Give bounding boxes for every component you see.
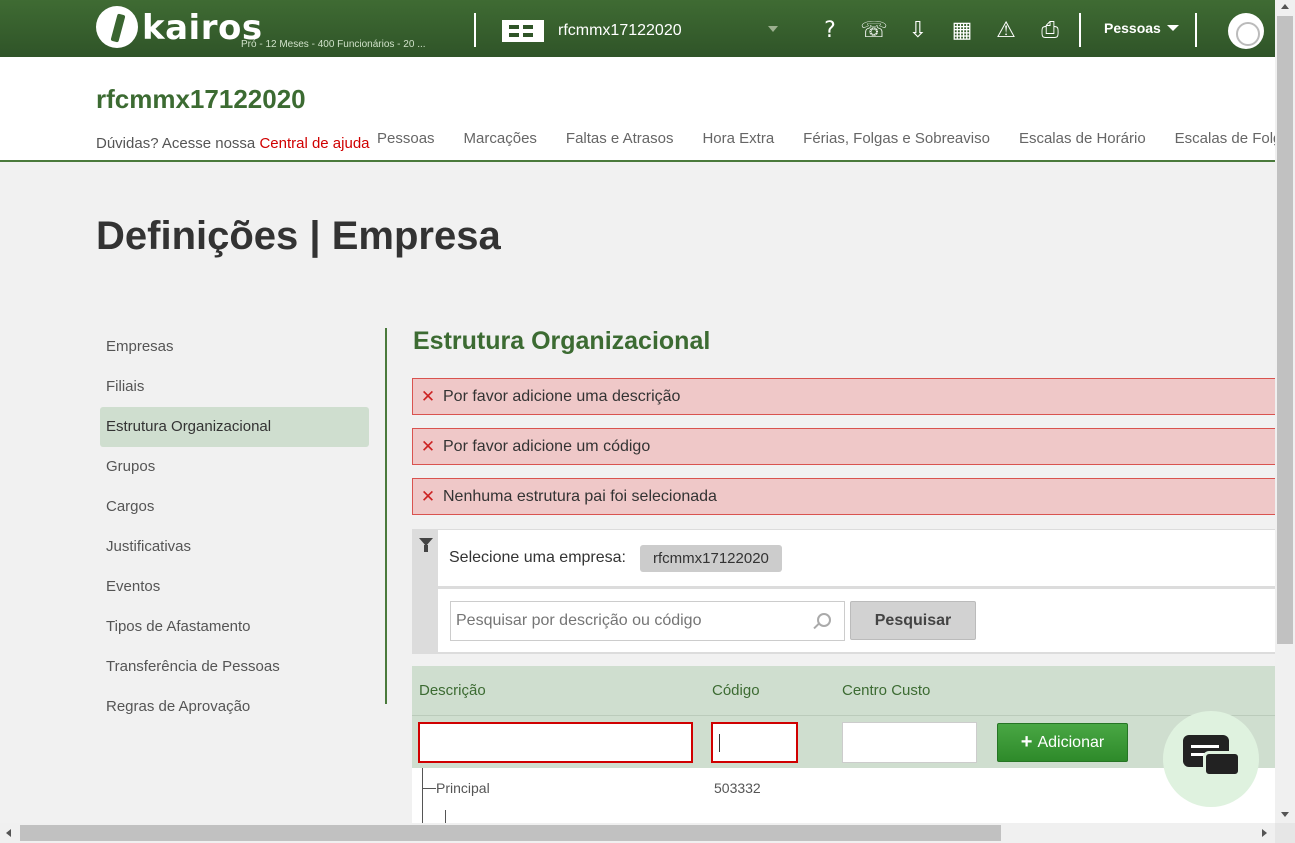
- add-button[interactable]: + Adicionar: [997, 723, 1128, 762]
- settings-sidebar: Empresas Filiais Estrutura Organizaciona…: [100, 327, 369, 727]
- sidebar-item-justificativas[interactable]: Justificativas: [100, 527, 369, 567]
- company-filter-label: Selecione uma empresa:: [449, 549, 626, 566]
- chat-icon-back: [1203, 751, 1241, 777]
- column-header-descricao: Descrição: [419, 682, 486, 699]
- new-item-row: + Adicionar: [412, 715, 1275, 768]
- horizontal-scroll-thumb[interactable]: [20, 825, 1001, 841]
- code-input[interactable]: [711, 722, 798, 763]
- top-bar: kairos Pró - 12 Meses - 400 Funcionários…: [0, 0, 1275, 57]
- horizontal-scrollbar[interactable]: [0, 823, 1275, 843]
- calculator-icon[interactable]: ▦: [940, 16, 984, 44]
- page-title: Definições | Empresa: [96, 214, 501, 258]
- inbox-icon[interactable]: ⎙: [1028, 16, 1072, 44]
- sidebar-item-empresas[interactable]: Empresas: [100, 327, 369, 367]
- sidebar-item-tipos-afastamento[interactable]: Tipos de Afastamento: [100, 607, 369, 647]
- sidebar-divider: [385, 328, 387, 704]
- chevron-down-icon: [1166, 25, 1179, 31]
- sidebar-item-filiais[interactable]: Filiais: [100, 367, 369, 407]
- sidebar-item-grupos[interactable]: Grupos: [100, 447, 369, 487]
- divider: [474, 13, 476, 47]
- sidebar-item-regras-aprovacao[interactable]: Regras de Aprovação: [100, 687, 369, 727]
- warning-icon[interactable]: ⚠: [984, 16, 1028, 44]
- column-header-codigo: Código: [712, 682, 760, 699]
- structure-tree: Principal 503332: [412, 768, 1275, 823]
- support-icon[interactable]: ☏: [852, 16, 896, 44]
- scroll-up-icon[interactable]: [1281, 4, 1289, 9]
- tree-line: [422, 788, 436, 789]
- vertical-scroll-thumb[interactable]: [1277, 16, 1293, 644]
- search-input[interactable]: [450, 601, 845, 641]
- people-menu-label: Pessoas: [1104, 20, 1161, 36]
- section-title: Estrutura Organizacional: [413, 327, 711, 355]
- scroll-left-icon[interactable]: [6, 829, 11, 837]
- kairos-logo[interactable]: kairos: [96, 6, 263, 48]
- help-icon[interactable]: ?: [808, 16, 852, 44]
- people-menu[interactable]: Pessoas: [1104, 20, 1179, 36]
- filter-icon[interactable]: [419, 538, 433, 552]
- company-title: rfcmmx17122020: [96, 84, 306, 114]
- nav-escalas-horario[interactable]: Escalas de Horário: [1019, 130, 1146, 147]
- search-icon: [817, 613, 831, 627]
- error-alert: ✕ Nenhuma estrutura pai foi selecionada: [412, 478, 1275, 515]
- divider: [1195, 13, 1197, 47]
- company-header: rfcmmx17122020 Dúvidas? Acesse nossa Cen…: [0, 57, 1295, 162]
- error-alert: ✕ Por favor adicione uma descrição: [412, 378, 1275, 415]
- plan-text: Pró - 12 Meses - 400 Funcionários - 20 .…: [241, 39, 426, 50]
- chat-button[interactable]: [1163, 711, 1259, 807]
- sidebar-item-estrutura-organizacional[interactable]: Estrutura Organizacional: [100, 407, 369, 447]
- nav-marcacoes[interactable]: Marcações: [464, 130, 537, 147]
- alert-text: Por favor adicione um código: [443, 437, 651, 455]
- text-cursor: [719, 734, 720, 752]
- company-filter-row: Selecione uma empresa: rfcmmx17122020: [438, 530, 1275, 586]
- tree-line: [422, 768, 423, 823]
- main-nav: Pessoas Marcações Faltas e Atrasos Hora …: [377, 130, 1295, 147]
- company-select[interactable]: rfcmmx17122020: [502, 18, 782, 44]
- plus-icon: +: [1020, 731, 1033, 753]
- avatar[interactable]: [1228, 13, 1264, 49]
- table-header: Descrição Código Centro Custo: [412, 666, 1275, 715]
- alert-text: Nenhuma estrutura pai foi selecionada: [443, 487, 717, 505]
- nav-pessoas[interactable]: Pessoas: [377, 130, 435, 147]
- sidebar-item-eventos[interactable]: Eventos: [100, 567, 369, 607]
- sidebar-item-transferencia-pessoas[interactable]: Transferência de Pessoas: [100, 647, 369, 687]
- search-row: Pesquisar: [438, 589, 1275, 652]
- tree-item-code: 503332: [714, 780, 761, 796]
- company-grid-icon: [502, 20, 544, 42]
- close-icon: ✕: [420, 386, 436, 406]
- scroll-right-icon[interactable]: [1262, 829, 1267, 837]
- company-chip[interactable]: rfcmmx17122020: [639, 544, 782, 572]
- help-center-link[interactable]: Central de ajuda: [259, 135, 369, 152]
- divider: [1079, 13, 1081, 47]
- tree-line: [445, 810, 446, 823]
- scroll-down-icon[interactable]: [1281, 812, 1289, 817]
- chevron-down-icon: [768, 26, 778, 32]
- help-text: Dúvidas? Acesse nossa Central de ajuda: [96, 135, 370, 152]
- search-button[interactable]: Pesquisar: [850, 601, 976, 640]
- error-alert: ✕ Por favor adicione um código: [412, 428, 1275, 465]
- top-icons: ? ☏ ⇩ ▦ ⚠ ⎙: [808, 16, 1072, 44]
- vertical-scrollbar[interactable]: [1275, 0, 1295, 823]
- alert-text: Por favor adicione uma descrição: [443, 387, 681, 405]
- nav-hora-extra[interactable]: Hora Extra: [702, 130, 774, 147]
- close-icon: ✕: [420, 486, 436, 506]
- company-select-value: rfcmmx17122020: [558, 22, 682, 39]
- sidebar-item-cargos[interactable]: Cargos: [100, 487, 369, 527]
- scrollbar-corner: [1275, 823, 1295, 843]
- nav-ferias-folgas[interactable]: Férias, Folgas e Sobreaviso: [803, 130, 990, 147]
- cost-center-input[interactable]: [842, 722, 977, 763]
- nav-faltas-atrasos[interactable]: Faltas e Atrasos: [566, 130, 674, 147]
- filter-panel: Selecione uma empresa: rfcmmx17122020 Pe…: [412, 529, 1275, 654]
- close-icon: ✕: [420, 436, 436, 456]
- logo-mark-icon: [96, 6, 138, 48]
- help-prefix: Dúvidas? Acesse nossa: [96, 135, 256, 152]
- column-header-centro-custo: Centro Custo: [842, 682, 931, 699]
- tree-item-label[interactable]: Principal: [436, 780, 490, 796]
- description-input[interactable]: [418, 722, 693, 763]
- add-button-label: Adicionar: [1037, 733, 1105, 751]
- cloud-download-icon[interactable]: ⇩: [896, 16, 940, 44]
